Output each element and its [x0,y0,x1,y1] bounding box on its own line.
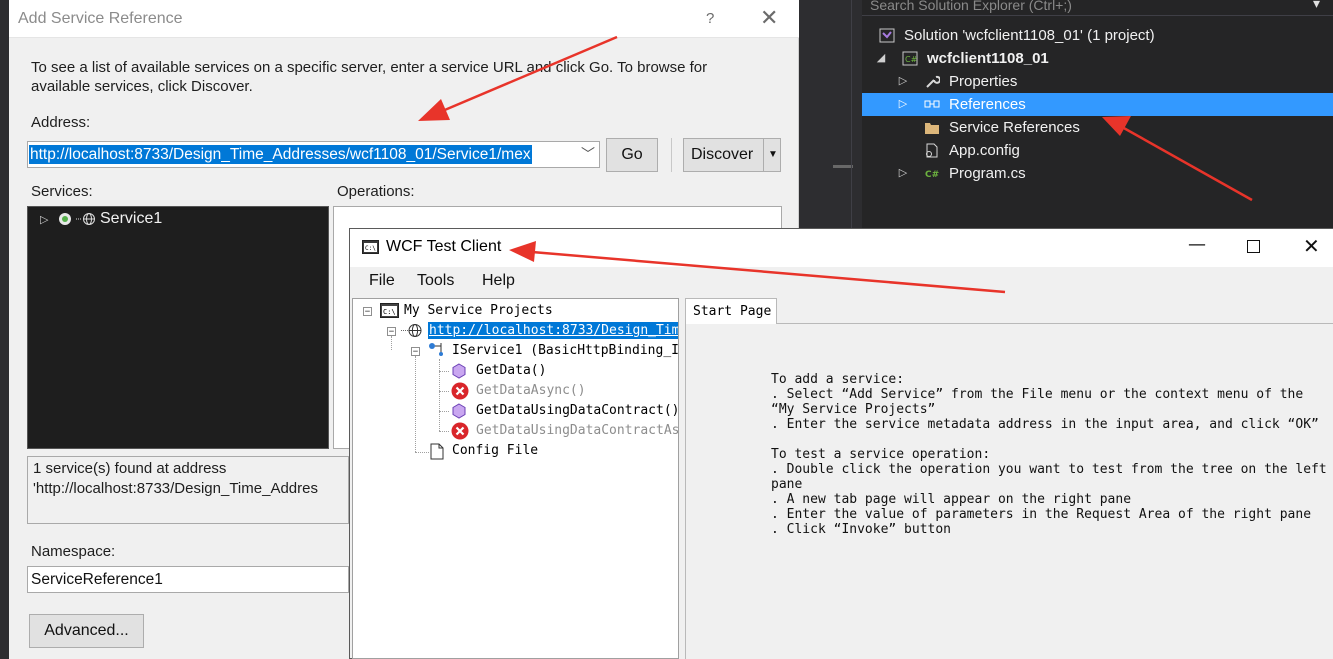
annotation-arrow [418,35,618,121]
annotation-arrow [1102,116,1253,202]
annotation-arrow [509,241,1006,294]
annotation-arrows [418,35,1253,294]
